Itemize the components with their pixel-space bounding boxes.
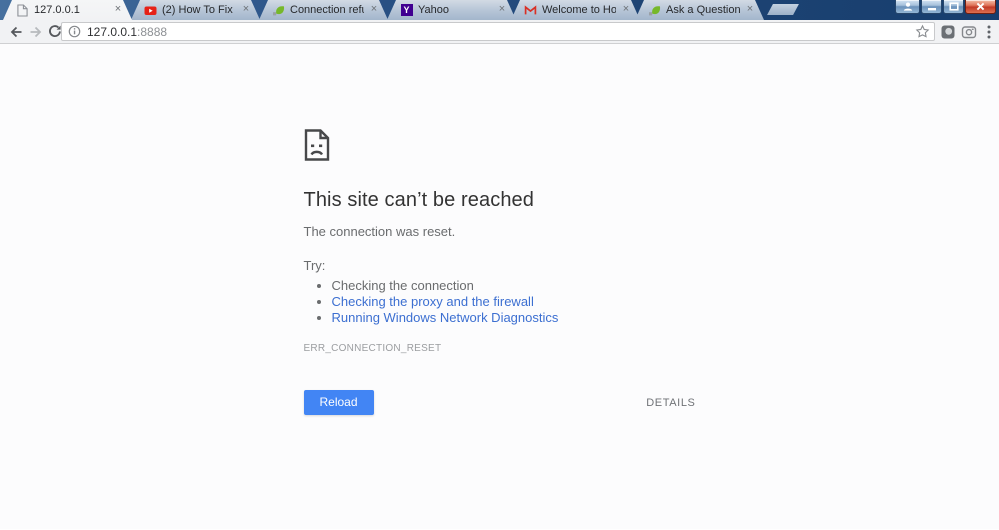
forward-button[interactable] xyxy=(28,24,44,40)
tab-youtube[interactable]: (2) How To Fix "Error:15( × xyxy=(131,0,260,20)
tab-title: (2) How To Fix "Error:15( xyxy=(162,0,236,20)
close-tab-icon[interactable]: × xyxy=(112,4,124,16)
address-bar[interactable]: 127.0.0.1:8888 xyxy=(61,22,935,41)
page-info-icon[interactable] xyxy=(68,25,81,38)
error-content: This site can’t be reached The connectio… xyxy=(304,44,696,415)
tab-127-0-0-1[interactable]: 127.0.0.1 × xyxy=(3,0,132,20)
window-controls xyxy=(895,0,996,14)
button-row: Reload DETAILS xyxy=(304,390,696,415)
hortonworks-icon xyxy=(272,4,285,17)
bookmark-star-icon[interactable] xyxy=(915,24,930,39)
suggestion-item: Running Windows Network Diagnostics xyxy=(332,310,696,326)
yahoo-icon: Y xyxy=(400,4,413,17)
browser-toolbar: 127.0.0.1:8888 xyxy=(0,20,999,44)
network-diagnostics-link[interactable]: Running Windows Network Diagnostics xyxy=(332,310,559,325)
error-message: The connection was reset. xyxy=(304,224,696,239)
maximize-icon xyxy=(949,2,959,11)
tab-connection-refused[interactable]: Connection refused, Ora × xyxy=(259,0,388,20)
details-button[interactable]: DETAILS xyxy=(646,397,695,409)
back-arrow-icon xyxy=(8,24,24,40)
suggestion-list: Checking the connection Checking the pro… xyxy=(304,278,696,326)
try-label: Try: xyxy=(304,258,696,273)
proxy-firewall-link[interactable]: Checking the proxy and the firewall xyxy=(332,294,534,309)
extension-icon-1[interactable] xyxy=(940,24,956,40)
sad-file-icon xyxy=(304,129,330,161)
page-content: This site can’t be reached The connectio… xyxy=(0,44,999,529)
close-icon xyxy=(976,2,985,11)
back-button[interactable] xyxy=(8,24,24,40)
maximize-button[interactable] xyxy=(943,0,964,14)
tab-strip: 127.0.0.1 × (2) How To Fix "Error:15( × … xyxy=(0,0,999,20)
suggestion-item: Checking the proxy and the firewall xyxy=(332,294,696,310)
tab-title: Yahoo xyxy=(418,0,492,20)
tab-title: Connection refused, Ora xyxy=(290,0,364,20)
person-icon xyxy=(903,2,913,11)
new-tab-button[interactable] xyxy=(767,4,799,15)
tab-title: 127.0.0.1 xyxy=(34,0,108,20)
close-tab-icon[interactable]: × xyxy=(744,4,756,16)
browser-window: 127.0.0.1 × (2) How To Fix "Error:15( × … xyxy=(0,0,999,530)
minimize-button[interactable] xyxy=(921,0,942,14)
reload-page-button[interactable]: Reload xyxy=(304,390,374,415)
close-tab-icon[interactable]: × xyxy=(496,4,508,16)
youtube-icon xyxy=(144,4,157,17)
error-code: ERR_CONNECTION_RESET xyxy=(304,343,696,354)
forward-arrow-icon xyxy=(28,24,44,40)
tab-title: Welcome to Hortonwork xyxy=(542,0,616,20)
minimize-icon xyxy=(927,2,937,11)
tab-welcome-hortonworks[interactable]: Welcome to Hortonwork × xyxy=(511,0,640,20)
page-icon xyxy=(16,4,29,17)
error-title: This site can’t be reached xyxy=(304,189,696,212)
tab-ask-a-question[interactable]: Ask a Question - Horton × xyxy=(635,0,764,20)
close-tab-icon[interactable]: × xyxy=(240,4,252,16)
close-tab-icon[interactable]: × xyxy=(620,4,632,16)
gmail-icon xyxy=(524,4,537,17)
suggestion-item: Checking the connection xyxy=(332,278,696,294)
profile-button[interactable] xyxy=(895,0,920,14)
extension-icon-2[interactable] xyxy=(961,24,977,40)
tab-yahoo[interactable]: Y Yahoo × xyxy=(387,0,516,20)
tab-title: Ask a Question - Horton xyxy=(666,0,740,20)
close-tab-icon[interactable]: × xyxy=(368,4,380,16)
url-text[interactable]: 127.0.0.1:8888 xyxy=(87,25,167,39)
close-window-button[interactable] xyxy=(965,0,996,14)
hortonworks-icon xyxy=(648,4,661,17)
menu-icon[interactable] xyxy=(982,24,996,40)
